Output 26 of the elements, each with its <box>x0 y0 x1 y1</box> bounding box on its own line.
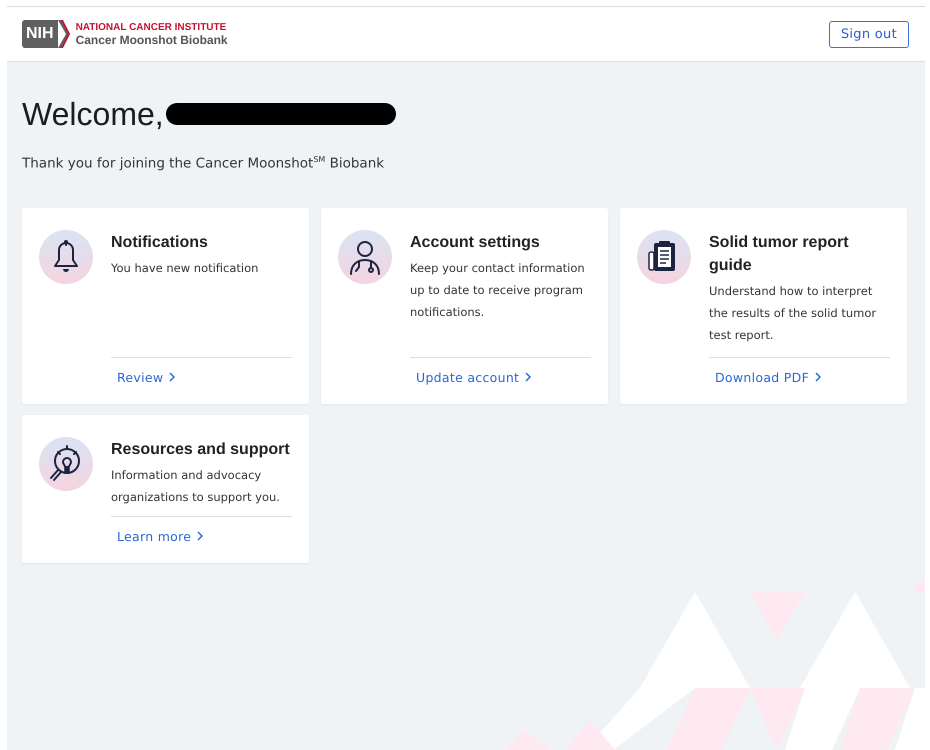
card-title: Resources and support <box>111 440 291 460</box>
chevron-logo-icon <box>58 20 70 48</box>
card-description: You have new notification <box>111 260 260 276</box>
card-description: Information and advocacy organizations to support you. <box>111 466 281 506</box>
chevron-icon <box>525 372 532 382</box>
card-title: Account settings <box>410 232 541 252</box>
person-icon <box>338 230 392 284</box>
card-description: Keep your contact information up to date to receive program notifications. <box>410 260 586 320</box>
card-title: Solid tumor report guide <box>709 232 850 276</box>
card-link[interactable]: Update account <box>416 370 532 384</box>
chevron-icon <box>815 372 822 382</box>
card-link[interactable]: Learn more <box>117 528 204 544</box>
lightbulb-icon <box>39 436 93 490</box>
chevron-icon <box>197 531 204 541</box>
welcome-subtitle: Thank you for joining the Cancer Moonshot$^{SM}$ Biobank <box>22 155 386 172</box>
card-link[interactable]: Review <box>117 370 176 384</box>
logo-org: NATIONAL CANCER INSTITUTE <box>76 22 228 32</box>
logo-program: Cancer Moonshot Biobank <box>76 32 228 46</box>
sign-out-button[interactable]: Sign out <box>828 20 909 48</box>
clipboard-icon <box>637 230 691 284</box>
card-link[interactable]: Download PDF <box>715 370 822 384</box>
bell-icon <box>39 230 93 284</box>
card-title: Notifications <box>111 232 209 252</box>
chevron-icon <box>169 372 176 382</box>
card-description: Understand how to interpret the results of the solid tumor test report. <box>709 282 878 344</box>
welcome-heading: Welcome, <box>22 96 164 133</box>
